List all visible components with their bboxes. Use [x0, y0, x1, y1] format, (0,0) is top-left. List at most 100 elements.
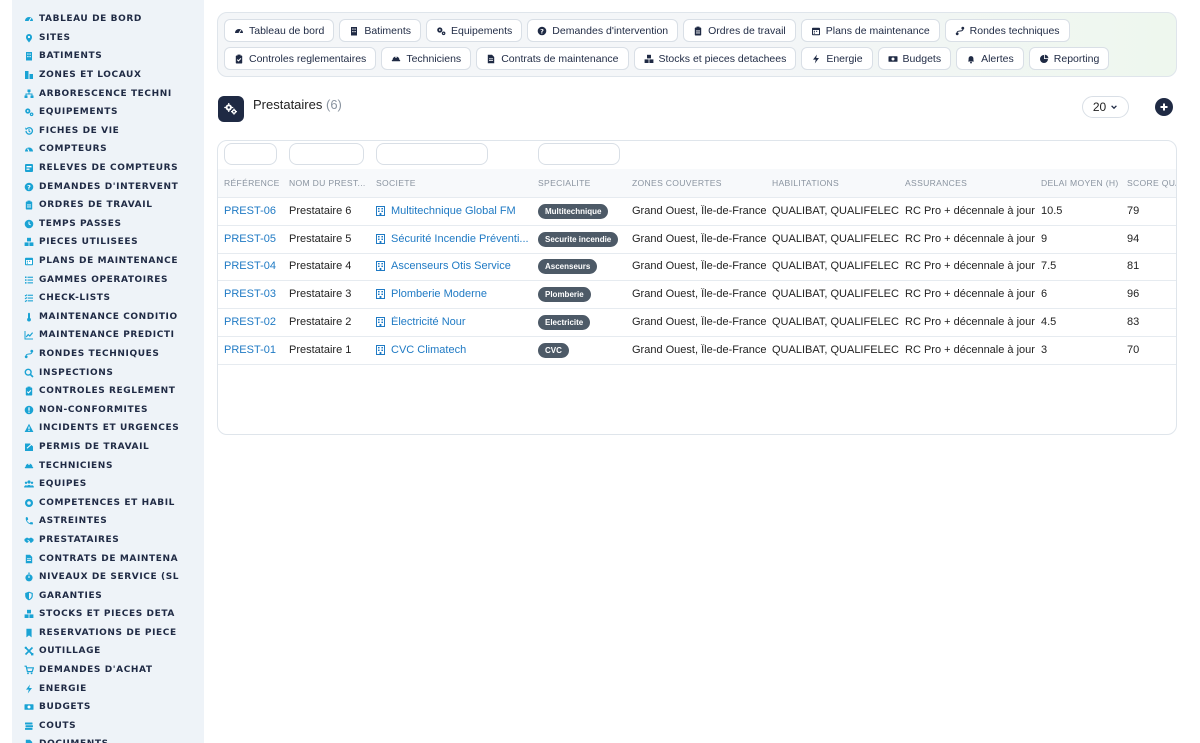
nav-tab-alertes[interactable]: Alertes	[956, 47, 1024, 70]
sidebar: TABLEAU DE BORD SITES BATIMENTS ZONES ET LO…	[12, 0, 204, 743]
societe-link[interactable]: CVC Climatech	[376, 344, 528, 356]
societe-link[interactable]: Multitechnique Global FM	[376, 205, 528, 217]
sidebar-item-techniciens[interactable]: TECHNICIENS	[12, 456, 204, 475]
sidebar-item-incidents-et-urgences[interactable]: INCIDENTS ET URGENCES	[12, 419, 204, 438]
reference-link[interactable]: PREST-05	[224, 233, 276, 245]
sidebar-item-astreintes[interactable]: ASTREINTES	[12, 512, 204, 531]
table-row[interactable]: PREST-02 Prestataire 2 Électricité Nour Ele…	[218, 309, 1176, 337]
table-header: RÉFÉRENCE NOM DU PREST... SOCIETE SPECIALIT…	[218, 169, 1176, 198]
sidebar-item-outillage[interactable]: OUTILLAGE	[12, 642, 204, 661]
societe-link[interactable]: Plomberie Moderne	[376, 288, 528, 300]
sidebar-item-budgets[interactable]: BUDGETS	[12, 698, 204, 717]
nav-tab-techniciens[interactable]: Techniciens	[381, 47, 472, 70]
sidebar-item-rondes-techniques[interactable]: RONDES TECHNIQUES	[12, 345, 204, 364]
nav-tab-demandes-d-intervention[interactable]: ? Demandes d'intervention	[527, 19, 679, 42]
sidebar-item-energie[interactable]: ENERGIE	[12, 679, 204, 698]
nav-tab-controles-reglementaires[interactable]: Controles reglementaires	[224, 47, 377, 70]
sidebar-item-contrats-de-maintena[interactable]: CONTRATS DE MAINTENA	[12, 549, 204, 568]
sidebar-item-demandes-d-achat[interactable]: DEMANDES D'ACHAT	[12, 661, 204, 680]
filter-nom-input[interactable]	[289, 143, 364, 165]
sidebar-item-documents[interactable]: DOCUMENTS	[12, 735, 204, 743]
sidebar-item-equipements[interactable]: EQUIPEMENTS	[12, 103, 204, 122]
add-prestataire-button[interactable]	[1155, 98, 1173, 116]
sidebar-item-prestataires[interactable]: PRESTATAIRES	[12, 531, 204, 550]
sidebar-item-gammes-operatoires[interactable]: GAMMES OPERATOIRES	[12, 270, 204, 289]
societe-link[interactable]: Sécurité Incendie Préventi...	[376, 233, 528, 245]
shield-icon	[24, 591, 34, 601]
column-header[interactable]: ASSURANCES	[905, 178, 967, 188]
sidebar-item-maintenance-conditio[interactable]: MAINTENANCE CONDITIO	[12, 308, 204, 327]
sidebar-item-pieces-utilisees[interactable]: PIECES UTILISEES	[12, 233, 204, 252]
nav-tab-label: Budgets	[902, 52, 942, 65]
column-header[interactable]: SOCIETE	[376, 178, 416, 188]
nav-tab-contrats-de-maintenance[interactable]: Contrats de maintenance	[476, 47, 629, 70]
sidebar-item-compteurs[interactable]: COMPTEURS	[12, 140, 204, 159]
nav-tab-ordres-de-travail[interactable]: Ordres de travail	[683, 19, 796, 42]
sidebar-item-ordres-de-travail[interactable]: ORDRES DE TRAVAIL	[12, 196, 204, 215]
prestataire-name: Prestataire 4	[289, 260, 352, 273]
nav-tab-energie[interactable]: Energie	[801, 47, 873, 70]
sidebar-item-plans-de-maintenance[interactable]: PLANS DE MAINTENANCE	[12, 252, 204, 271]
column-header[interactable]: ZONES COUVERTES	[632, 178, 722, 188]
sidebar-item-zones-et-locaux[interactable]: ZONES ET LOCAUX	[12, 66, 204, 85]
table-row[interactable]: PREST-04 Prestataire 4 Ascenseurs Otis Ser…	[218, 253, 1176, 282]
table-row[interactable]: PREST-06 Prestataire 6 Multitechnique Glob…	[218, 198, 1176, 226]
sidebar-item-arborescence-techni[interactable]: ARBORESCENCE TECHNI	[12, 84, 204, 103]
column-header[interactable]: SPECIALITE	[538, 178, 591, 188]
sidebar-item-fiches-de-vie[interactable]: FICHES DE VIE	[12, 122, 204, 141]
sidebar-item-niveaux-de-service-sl[interactable]: NIVEAUX DE SERVICE (SL	[12, 568, 204, 587]
nav-tab-stocks-et-pieces-detachees[interactable]: Stocks et pieces detachees	[633, 47, 797, 70]
column-header[interactable]: RÉFÉRENCE	[224, 178, 280, 188]
sidebar-item-competences-et-habil[interactable]: COMPETENCES ET HABIL	[12, 493, 204, 512]
sidebar-item-garanties[interactable]: GARANTIES	[12, 586, 204, 605]
societe-link[interactable]: Électricité Nour	[376, 316, 528, 328]
reference-link[interactable]: PREST-02	[224, 316, 276, 328]
sidebar-item-sites[interactable]: SITES	[12, 29, 204, 48]
reference-link[interactable]: PREST-03	[224, 288, 276, 300]
sidebar-item-couts[interactable]: COUTS	[12, 717, 204, 736]
sidebar-item-tableau-de-bord[interactable]: TABLEAU DE BORD	[12, 10, 204, 29]
sidebar-item-maintenance-predicti[interactable]: MAINTENANCE PREDICTI	[12, 326, 204, 345]
reference-link[interactable]: PREST-06	[224, 205, 276, 217]
nav-tab-tableau-de-bord[interactable]: Tableau de bord	[224, 19, 335, 42]
sidebar-item-controles-reglement[interactable]: CONTROLES REGLEMENT	[12, 382, 204, 401]
habilitations: QUALIBAT, QUALIFELEC	[772, 232, 899, 245]
sidebar-item-check-lists[interactable]: CHECK-LISTS	[12, 289, 204, 308]
sidebar-item-batiments[interactable]: BATIMENTS	[12, 47, 204, 66]
sidebar-item-releves-de-compteurs[interactable]: RELEVES DE COMPTEURS	[12, 159, 204, 178]
nav-tab-plans-de-maintenance[interactable]: Plans de maintenance	[800, 19, 940, 42]
building-icon	[376, 261, 385, 272]
prestataires-gear-icon	[218, 96, 244, 122]
sidebar-item-permis-de-travail[interactable]: PERMIS DE TRAVAIL	[12, 438, 204, 457]
nav-tab-reporting[interactable]: Reporting	[1028, 47, 1110, 70]
prestataires-table: RÉFÉRENCE NOM DU PREST... SOCIETE SPECIALIT…	[217, 140, 1177, 435]
sidebar-item-equipes[interactable]: EQUIPES	[12, 475, 204, 494]
sidebar-item-non-conformites[interactable]: NON-CONFORMITES	[12, 400, 204, 419]
column-header[interactable]: SCORE QUA	[1127, 178, 1176, 188]
nav-tab-batiments[interactable]: Batiments	[339, 19, 421, 42]
reference-link[interactable]: PREST-01	[224, 344, 276, 356]
table-row[interactable]: PREST-03 Prestataire 3 Plomberie Moderne Pl…	[218, 281, 1176, 310]
filter-specialite-input[interactable]	[538, 143, 620, 165]
zones-couvertes: Grand Ouest, Île-de-France	[632, 343, 767, 356]
societe-link[interactable]: Ascenseurs Otis Service	[376, 260, 528, 272]
nav-tab-budgets[interactable]: Budgets	[877, 47, 952, 70]
sidebar-item-label: GARANTIES	[39, 590, 103, 601]
sidebar-item-demandes-d-intervent[interactable]: ? DEMANDES D'INTERVENT	[12, 177, 204, 196]
sidebar-item-temps-passes[interactable]: TEMPS PASSES	[12, 215, 204, 234]
nav-tab-rondes-techniques[interactable]: Rondes techniques	[944, 19, 1070, 42]
sidebar-item-reservations-de-piece[interactable]: RESERVATIONS DE PIECE	[12, 624, 204, 643]
column-header[interactable]: DELAI MOYEN (H)	[1041, 178, 1119, 188]
filter-reference-input[interactable]	[224, 143, 277, 165]
column-header[interactable]: NOM DU PREST...	[289, 178, 367, 188]
filter-societe-input[interactable]	[376, 143, 488, 165]
nav-tab-equipements[interactable]: Equipements	[426, 19, 523, 42]
sidebar-item-stocks-et-pieces-deta[interactable]: STOCKS ET PIECES DETA	[12, 605, 204, 624]
page-size-select[interactable]: 20	[1082, 96, 1129, 118]
column-header[interactable]: HABILITATIONS	[772, 178, 839, 188]
sidebar-item-inspections[interactable]: INSPECTIONS	[12, 363, 204, 382]
table-row[interactable]: PREST-05 Prestataire 5 Sécurité Incendie P…	[218, 226, 1176, 254]
reference-link[interactable]: PREST-04	[224, 260, 276, 272]
map-pin-icon	[24, 33, 34, 43]
table-row[interactable]: PREST-01 Prestataire 1 CVC Climatech CVC Gra…	[218, 337, 1176, 365]
